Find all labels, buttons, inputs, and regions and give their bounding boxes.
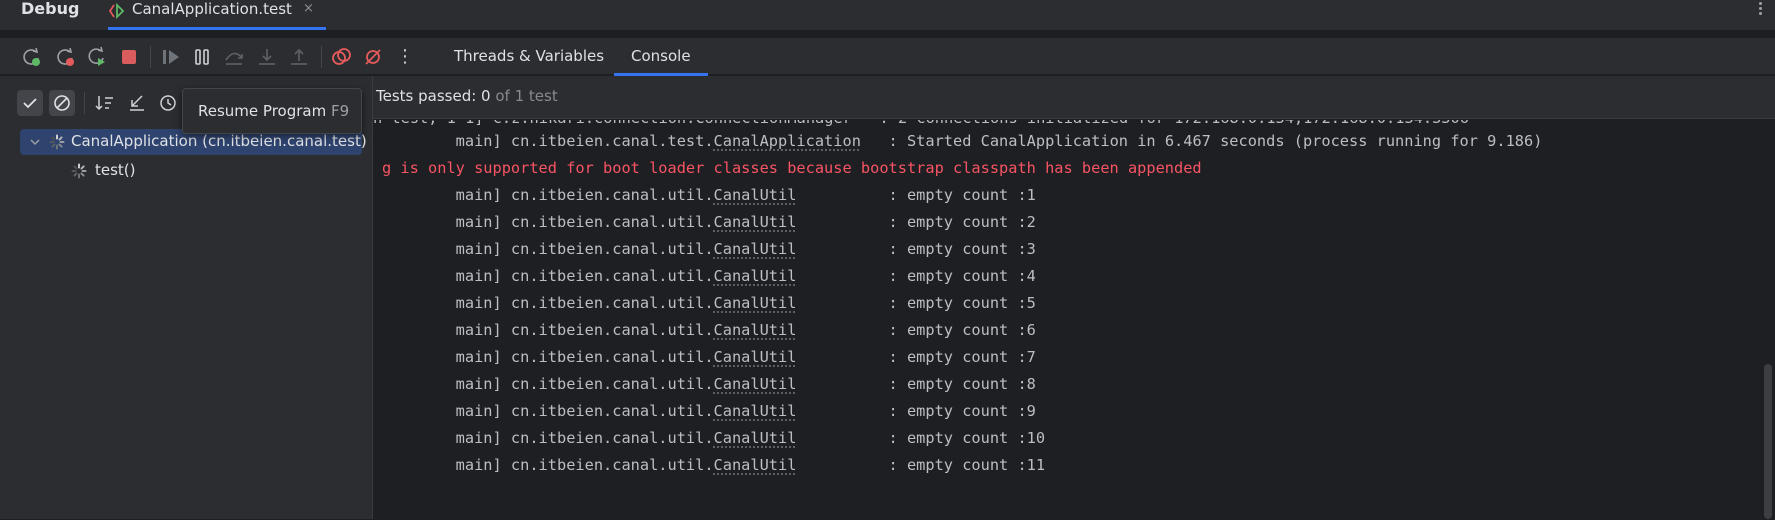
tab-active-indicator [108, 27, 326, 30]
rerun-failed-icon[interactable] [54, 46, 76, 68]
logger-prefix: main] cn.itbeien.canal.util. [382, 429, 714, 447]
show-passed-icon[interactable] [17, 90, 43, 116]
step-into-icon[interactable] [256, 46, 278, 68]
class-link[interactable]: CanalUtil [714, 375, 797, 393]
rerun-icon[interactable] [20, 46, 42, 68]
logger-prefix: main] cn.itbeien.canal.util. [382, 402, 714, 420]
tab-label: CanalApplication.test [132, 0, 292, 18]
class-link[interactable]: CanalUtil [714, 240, 797, 258]
log-message: : empty count :6 [796, 321, 1035, 339]
test-debug-icon [109, 2, 129, 24]
tests-status: Tests passed: 0 of 1 test [376, 86, 558, 106]
pause-icon[interactable] [191, 46, 213, 68]
tree-item-test-method[interactable]: test() [95, 160, 136, 180]
console-line: main] cn.itbeien.canal.util.CanalUtil : … [382, 236, 1036, 263]
console-line: main] cn.itbeien.canal.util.CanalUtil : … [382, 317, 1036, 344]
options-icon[interactable] [1757, 0, 1763, 16]
logger-prefix: main] cn.itbeien.canal.util. [382, 294, 714, 312]
tool-window-title: Debug [21, 0, 79, 22]
resume-program-tooltip: Resume Program F9 [182, 88, 362, 134]
toolbar-separator [150, 46, 151, 68]
debug-toolbar: ⋮ [0, 38, 1775, 74]
console-line: main] cn.itbeien.canal.util.CanalUtil : … [382, 452, 1045, 479]
error-text: g is only supported for boot loader clas… [382, 159, 1202, 177]
class-link[interactable]: CanalApplication [714, 132, 861, 150]
console-line: main] cn.itbeien.canal.test.CanalApplica… [382, 128, 1542, 155]
log-message: : empty count :1 [796, 186, 1035, 204]
toolbar-separator [321, 46, 322, 68]
tests-total: of 1 test [491, 87, 558, 105]
log-message: : empty count :11 [796, 456, 1045, 474]
log-message: : empty count :5 [796, 294, 1035, 312]
tab-console[interactable]: Console [631, 38, 691, 76]
log-message: : empty count :10 [796, 429, 1045, 447]
show-ignored-icon[interactable] [49, 90, 75, 116]
resume-icon[interactable] [160, 46, 182, 68]
class-link[interactable]: CanalUtil [714, 348, 797, 366]
logger-prefix: main] cn.itbeien.canal.test. [382, 132, 714, 150]
console-error-line: g is only supported for boot loader clas… [382, 155, 1202, 182]
class-link[interactable]: CanalUtil [714, 429, 797, 447]
logger-prefix: main] cn.itbeien.canal.util. [382, 348, 714, 366]
tests-status-prefix: Tests passed: [376, 87, 481, 105]
class-link[interactable]: CanalUtil [714, 456, 797, 474]
console-line: main] cn.itbeien.canal.util.CanalUtil : … [382, 209, 1036, 236]
stop-icon[interactable] [118, 46, 140, 68]
collapse-all-icon[interactable] [124, 90, 150, 116]
console-line: main] cn.itbeien.canal.util.CanalUtil : … [382, 290, 1036, 317]
console-line: main] cn.itbeien.canal.util.CanalUtil : … [382, 182, 1036, 209]
logger-prefix: main] cn.itbeien.canal.util. [382, 321, 714, 339]
logger-prefix: main] cn.itbeien.canal.util. [382, 213, 714, 231]
tab-threads-variables[interactable]: Threads & Variables [454, 38, 604, 76]
log-message: : empty count :8 [796, 375, 1035, 393]
tool-window-header: Debug CanalApplication.test × [0, 0, 1775, 30]
console-line: main] cn.itbeien.canal.util.CanalUtil : … [382, 398, 1036, 425]
rerun-changed-icon[interactable] [86, 46, 108, 68]
class-link[interactable]: CanalUtil [714, 402, 797, 420]
class-link[interactable]: CanalUtil [714, 186, 797, 204]
test-status-bar: Tests passed: 0 of 1 test [373, 76, 1775, 119]
class-link[interactable]: CanalUtil [714, 294, 797, 312]
view-breakpoints-icon[interactable] [330, 46, 352, 68]
debug-session-tab[interactable]: CanalApplication.test × [108, 0, 326, 30]
logger-prefix: main] cn.itbeien.canal.util. [382, 456, 714, 474]
tooltip-label: Resume Program [198, 102, 326, 120]
step-out-icon[interactable] [288, 46, 310, 68]
logger-prefix: main] cn.itbeien.canal.util. [382, 240, 714, 258]
tab-label: Console [631, 47, 691, 65]
log-message: : Started CanalApplication in 6.467 seco… [861, 132, 1543, 150]
step-over-icon[interactable] [223, 46, 245, 68]
console-output[interactable]: n-test, 1-1] c.z.hikari.connection.Conne… [373, 120, 1763, 520]
class-link[interactable]: CanalUtil [714, 213, 797, 231]
logger-prefix: main] cn.itbeien.canal.util. [382, 267, 714, 285]
tests-passed-count: 0 [481, 87, 491, 105]
class-link[interactable]: CanalUtil [714, 321, 797, 339]
mute-breakpoints-icon[interactable] [362, 46, 384, 68]
log-message: : empty count :9 [796, 402, 1035, 420]
console-line: main] cn.itbeien.canal.util.CanalUtil : … [382, 371, 1036, 398]
log-message: : empty count :2 [796, 213, 1035, 231]
logger-prefix: main] cn.itbeien.canal.util. [382, 186, 714, 204]
chevron-down-icon[interactable] [28, 134, 42, 148]
console-line: main] cn.itbeien.canal.util.CanalUtil : … [382, 425, 1045, 452]
tree-item-label: CanalApplication (cn.itbeien.canal.test) [71, 131, 367, 151]
sort-alphabetically-icon[interactable] [92, 90, 118, 116]
log-message: : empty count :3 [796, 240, 1035, 258]
log-message: : empty count :7 [796, 348, 1035, 366]
tab-label: Threads & Variables [454, 47, 604, 65]
close-icon[interactable]: × [303, 0, 314, 18]
log-message: : empty count :4 [796, 267, 1035, 285]
class-link[interactable]: CanalUtil [714, 267, 797, 285]
running-spinner-icon [71, 163, 87, 179]
console-line: main] cn.itbeien.canal.util.CanalUtil : … [382, 344, 1036, 371]
running-spinner-icon [49, 134, 65, 150]
tooltip-shortcut: F9 [331, 102, 349, 120]
console-line: main] cn.itbeien.canal.util.CanalUtil : … [382, 263, 1036, 290]
more-icon[interactable]: ⋮ [394, 46, 416, 68]
sort-by-duration-icon[interactable] [155, 90, 181, 116]
console-panel: Tests passed: 0 of 1 test n-test, 1-1] c… [373, 76, 1775, 519]
vertical-scrollbar[interactable] [1764, 364, 1772, 519]
toolbar-separator [84, 92, 85, 114]
logger-prefix: main] cn.itbeien.canal.util. [382, 375, 714, 393]
